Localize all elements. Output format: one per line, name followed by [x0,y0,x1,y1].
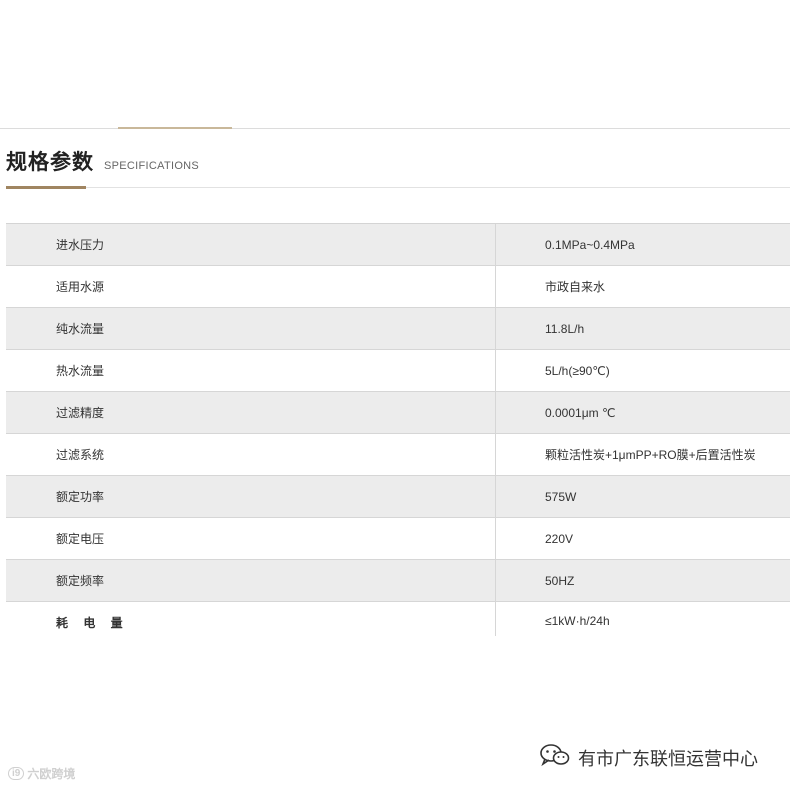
spec-label: 额定频率 [6,560,496,601]
spec-value: 颗粒活性炭+1μmPP+RO膜+后置活性炭 [545,448,756,462]
spec-label: 额定电压 [6,518,496,559]
spec-label: 过滤精度 [6,392,496,433]
section-title: 规格参数 [6,151,94,174]
spec-value: 50HZ [545,573,575,588]
spec-value: 0.1MPa~0.4MPa [545,237,635,252]
section-subtitle: SPECIFICATIONS [104,160,200,172]
table-row: 耗 电 量 ≤1kW·h/24h [6,602,790,636]
spec-value: 5L/h(≥90℃) [545,363,610,378]
table-row: 额定频率 50HZ [6,560,790,602]
spec-label: 过滤系统 [6,434,496,475]
watermark-badge: i9 [8,767,25,780]
top-divider-accent [118,127,232,129]
watermark-right: 有市广东联恒运营中心 [540,743,758,772]
spec-value: ≤1kW·h/24h [545,614,610,628]
spec-table: 进水压力 0.1MPa~0.4MPa 适用水源 市政自来水 纯水流量 11.8L… [6,223,790,636]
table-row: 额定功率 575W [6,476,790,518]
section-heading: 规格参数 SPECIFICATIONS [6,146,199,176]
spec-label: 进水压力 [6,224,496,265]
table-row: 纯水流量 11.8L/h [6,308,790,350]
table-row: 过滤系统 颗粒活性炭+1μmPP+RO膜+后置活性炭 [6,434,790,476]
watermark-left: i9 六欧跨境 [8,765,75,782]
table-row: 进水压力 0.1MPa~0.4MPa [6,224,790,266]
spec-value: 11.8L/h [545,321,585,336]
wechat-icon [540,743,570,772]
table-row: 热水流量 5L/h(≥90℃) [6,350,790,392]
spec-label: 热水流量 [6,350,496,391]
spec-value: 575W [545,489,577,504]
spec-value: 0.0001μm ℃ [545,405,616,420]
table-row: 额定电压 220V [6,518,790,560]
spec-label: 适用水源 [6,266,496,307]
watermark-right-text: 有市广东联恒运营中心 [578,748,758,769]
watermark-left-text: 六欧跨境 [27,767,76,781]
heading-accent-bar [6,186,86,189]
spec-label: 耗 电 量 [6,602,496,636]
table-row: 适用水源 市政自来水 [6,266,790,308]
heading-divider [6,187,790,188]
spec-label: 额定功率 [6,476,496,517]
table-row: 过滤精度 0.0001μm ℃ [6,392,790,434]
spec-value: 220V [545,531,574,546]
spec-label: 纯水流量 [6,308,496,349]
spec-value: 市政自来水 [545,280,606,294]
